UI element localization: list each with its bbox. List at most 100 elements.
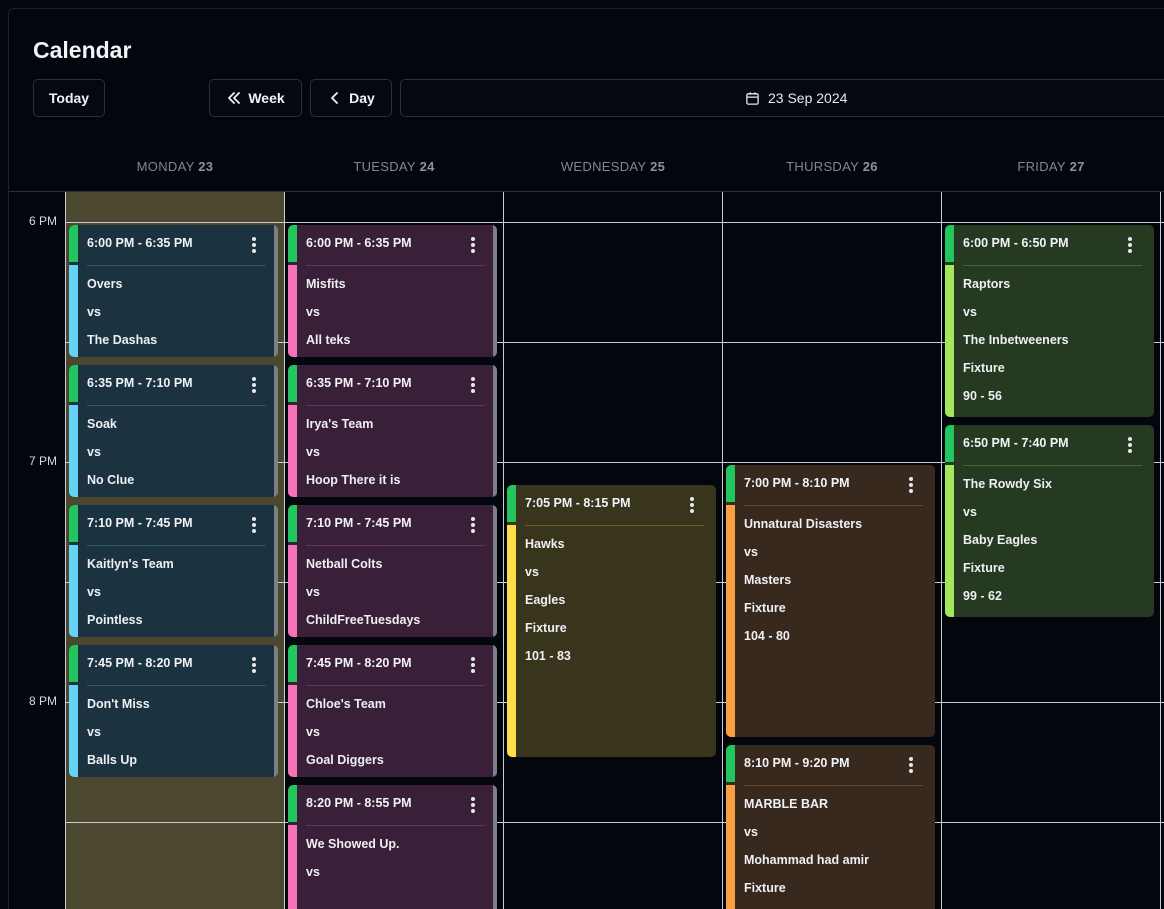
event-color-bar [945,465,954,617]
event-card[interactable]: 6:00 PM - 6:35 PM Misfits vs All teks [288,225,497,357]
event-scrollbar[interactable] [493,225,497,357]
day-header-monday: MONDAY 23 [66,159,284,174]
event-card[interactable]: 6:50 PM - 7:40 PM The Rowdy Six vs Baby Eag… [945,425,1154,617]
event-divider [87,265,266,266]
event-detail-line: 99 - 62 [963,589,1002,603]
event-divider [87,545,266,546]
more-options-icon[interactable] [904,474,918,496]
column-divider [284,192,285,909]
event-detail-line: vs [87,585,101,599]
day-header-number: 27 [1069,159,1085,174]
event-divider [306,685,485,686]
event-detail-line: Misfits [306,277,346,291]
more-options-icon[interactable] [247,234,261,256]
event-detail-line: We Showed Up. [306,837,400,851]
event-detail-line: vs [87,445,101,459]
event-card[interactable]: 6:00 PM - 6:50 PM Raptors vs The Inbetweene… [945,225,1154,417]
event-detail-line: Soak [87,417,117,431]
more-options-icon[interactable] [466,654,480,676]
event-color-bar [945,265,954,417]
day-header-name: TUESDAY [353,159,420,174]
event-card[interactable]: 7:10 PM - 7:45 PM Netball Colts vs ChildFre… [288,505,497,637]
event-detail-line: Irya's Team [306,417,374,431]
event-detail-line: Balls Up [87,753,138,767]
event-detail-line: vs [306,445,320,459]
event-color-bar [69,545,78,637]
day-label: Day [349,90,375,106]
today-button[interactable]: Today [33,79,105,117]
prev-day-button[interactable]: Day [310,79,392,117]
event-scrollbar[interactable] [274,505,278,637]
event-time: 6:00 PM - 6:50 PM [963,236,1069,250]
time-label: 6 PM [29,214,58,228]
event-card[interactable]: 7:10 PM - 7:45 PM Kaitlyn's Team vs Pointle… [69,505,278,637]
event-detail-line: ChildFreeTuesdays [306,613,421,627]
event-scrollbar[interactable] [493,365,497,497]
chevron-left-icon [331,92,339,104]
column-divider [503,192,504,909]
event-card[interactable]: 8:10 PM - 9:20 PM MARBLE BAR vs Mohammad ha… [726,745,935,909]
event-divider [87,405,266,406]
event-time: 6:35 PM - 7:10 PM [87,376,193,390]
event-scrollbar[interactable] [274,225,278,357]
more-options-icon[interactable] [685,494,699,516]
event-detail-line: The Dashas [87,333,158,347]
column-divider [65,192,66,909]
event-color-bar [288,265,297,357]
event-color-bar [69,405,78,497]
event-scrollbar[interactable] [493,505,497,637]
more-options-icon[interactable] [466,234,480,256]
event-divider [87,685,266,686]
event-color-bar [288,405,297,497]
event-detail-line: vs [87,725,101,739]
event-scrollbar[interactable] [493,785,497,909]
event-card[interactable]: 6:35 PM - 7:10 PM Soak vs No Clue [69,365,278,497]
event-card[interactable]: 7:05 PM - 8:15 PM Hawks vs Eagles Fixture 101… [507,485,716,757]
day-header-name: FRIDAY [1017,159,1070,174]
event-detail-line: vs [306,305,320,319]
more-options-icon[interactable] [466,374,480,396]
event-card[interactable]: 7:45 PM - 8:20 PM Don't Miss vs Balls Up [69,645,278,777]
event-detail-line: vs [525,565,539,579]
event-card[interactable]: 6:00 PM - 6:35 PM Overs vs The Dashas [69,225,278,357]
event-detail-line: Fixture [744,601,786,615]
more-options-icon[interactable] [466,794,480,816]
event-card[interactable]: 8:20 PM - 8:55 PM We Showed Up. vs [288,785,497,909]
event-detail-line: vs [744,545,758,559]
event-color-bar [288,825,297,909]
event-detail-line: The Inbetweeners [963,333,1069,347]
event-detail-line: vs [87,305,101,319]
event-time: 7:45 PM - 8:20 PM [306,656,412,670]
event-time: 7:00 PM - 8:10 PM [744,476,850,490]
event-status-bar [288,225,297,262]
event-scrollbar[interactable] [274,365,278,497]
more-options-icon[interactable] [1123,434,1137,456]
event-detail-line: Raptors [963,277,1011,291]
event-divider [744,505,923,506]
more-options-icon[interactable] [904,754,918,776]
event-time: 7:10 PM - 7:45 PM [87,516,193,530]
event-card[interactable]: 7:00 PM - 8:10 PM Unnatural Disasters vs Ma… [726,465,935,737]
event-color-bar [69,685,78,777]
day-header-name: WEDNESDAY [560,159,651,174]
event-status-bar [507,485,516,522]
event-detail-line: Pointless [87,613,143,627]
event-scrollbar[interactable] [493,645,497,777]
event-detail-line: Goal Diggers [306,753,384,767]
date-picker[interactable]: 23 Sep 2024 [400,79,1164,117]
double-chevron-left-icon [228,92,241,104]
more-options-icon[interactable] [247,514,261,536]
event-divider [306,825,485,826]
more-options-icon[interactable] [247,374,261,396]
event-scrollbar[interactable] [274,645,278,777]
more-options-icon[interactable] [247,654,261,676]
event-detail-line: vs [306,865,320,879]
event-card[interactable]: 6:35 PM - 7:10 PM Irya's Team vs Hoop There… [288,365,497,497]
prev-week-button[interactable]: Week [209,79,302,117]
day-header-thursday: THURSDAY 26 [723,159,941,174]
more-options-icon[interactable] [466,514,480,536]
event-card[interactable]: 7:45 PM - 8:20 PM Chloe's Team vs Goal Digg… [288,645,497,777]
event-time: 7:05 PM - 8:15 PM [525,496,631,510]
more-options-icon[interactable] [1123,234,1137,256]
day-header-wednesday: WEDNESDAY 25 [504,159,722,174]
